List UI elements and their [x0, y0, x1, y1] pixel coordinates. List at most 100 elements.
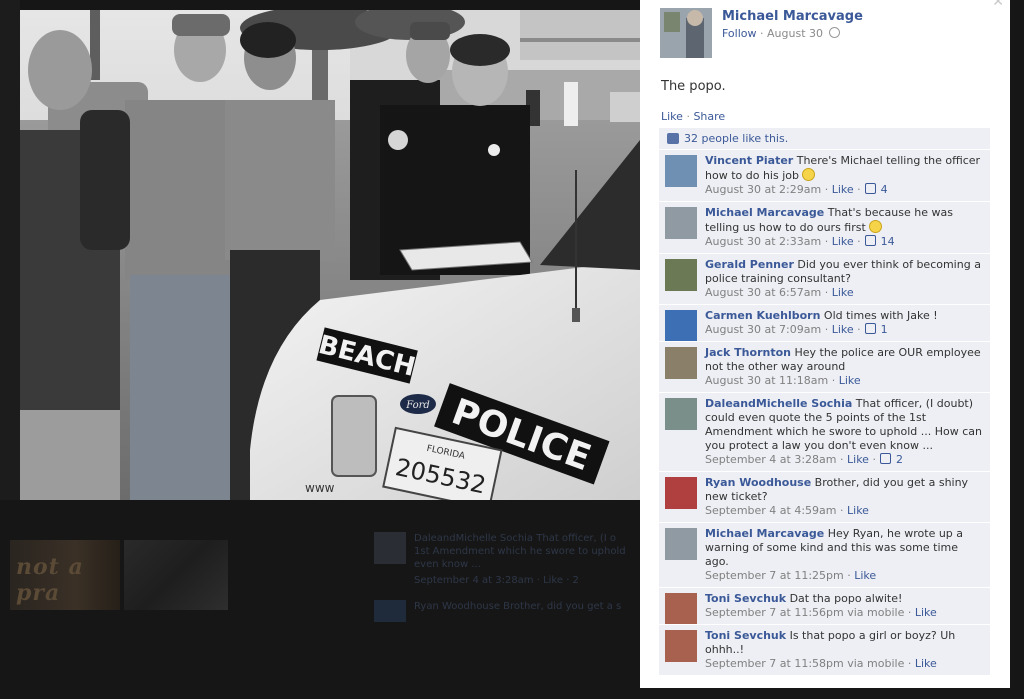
comment-meta: September 4 at 4:59am · Like — [705, 504, 869, 517]
comment-meta: September 4 at 3:28am · Like · 2 — [705, 453, 903, 466]
commenter-name[interactable]: Toni Sevchuk — [705, 592, 786, 605]
comment-like-link[interactable]: Like — [847, 504, 869, 517]
commenter-name[interactable]: Ryan Woodhouse — [705, 476, 811, 489]
comment-body: Michael Marcavage That's because he was … — [705, 202, 990, 253]
background-thumbnail: not a pra — [10, 540, 120, 610]
thumbs-up-icon — [865, 183, 877, 194]
comment-time[interactable]: September 4 at 3:28am — [705, 453, 837, 466]
comment-like-link[interactable]: Like — [915, 606, 937, 619]
comment-like-link[interactable]: Like — [832, 286, 854, 299]
comments-section: 32 people like this. Vincent Piater Ther… — [659, 128, 990, 675]
commenter-name[interactable]: Michael Marcavage — [705, 527, 824, 540]
comment-time[interactable]: August 30 at 2:29am — [705, 183, 821, 196]
comment-meta: August 30 at 6:57am · Like — [705, 286, 854, 299]
background-avatar — [374, 600, 406, 622]
comment-time[interactable]: August 30 at 7:09am — [705, 323, 821, 336]
commenter-avatar[interactable] — [665, 310, 697, 342]
post-sidebar: ✕ Michael Marcavage Follow · August 30 T… — [640, 0, 1010, 688]
comment-item: Toni Sevchuk Dat tha popo alwite! Septemb… — [659, 587, 990, 625]
comment-like-count[interactable]: 2 — [892, 453, 903, 466]
comment-meta: September 7 at 11:56pm via mobile · Like — [705, 606, 937, 619]
comment-time[interactable]: September 7 at 11:25pm — [705, 569, 844, 582]
comment-time[interactable]: August 30 at 2:33am — [705, 235, 821, 248]
comment-like-link[interactable]: Like — [854, 569, 876, 582]
commenter-avatar[interactable] — [665, 259, 697, 291]
commenter-name[interactable]: Jack Thornton — [705, 346, 791, 359]
commenter-avatar[interactable] — [665, 207, 697, 239]
commenter-name[interactable]: Michael Marcavage — [705, 206, 824, 219]
comment-item: Toni Sevchuk Is that popo a girl or boyz… — [659, 624, 990, 675]
ford-badge-text: Ford — [405, 400, 430, 411]
comment-time[interactable]: September 4 at 4:59am — [705, 504, 837, 517]
comment-body: Toni Sevchuk Is that popo a girl or boyz… — [705, 625, 990, 675]
comment-like-count[interactable]: 1 — [877, 323, 888, 336]
comment-meta: August 30 at 11:18am · Like — [705, 374, 861, 387]
comment-time[interactable]: September 7 at 11:56pm via mobile — [705, 606, 904, 619]
comment-body: Gerald Penner Did you ever think of beco… — [705, 254, 990, 304]
follow-link[interactable]: Follow — [722, 27, 757, 40]
post-caption: The popo. — [661, 79, 726, 94]
thumbs-up-icon — [865, 323, 877, 334]
thumbs-up-icon — [880, 453, 892, 464]
background-comment-meta: September 4 at 3:28am · Like · 2 — [414, 575, 579, 586]
comment-body: DaleandMichelle Sochia That officer, (I … — [705, 393, 990, 471]
comment-like-link[interactable]: Like — [832, 183, 854, 196]
comment-like-link[interactable]: Like — [832, 235, 854, 248]
comment-item: DaleandMichelle Sochia That officer, (I … — [659, 392, 990, 471]
background-comment-line: Ryan Woodhouse Brother, did you get a s — [414, 601, 622, 612]
commenter-name[interactable]: Carmen Kuehlborn — [705, 309, 820, 322]
comment-body: Michael Marcavage Hey Ryan, he wrote up … — [705, 523, 990, 587]
comment-meta: September 7 at 11:25pm · Like — [705, 569, 877, 582]
background-comment-line: 1st Amendment which he swore to uphold — [414, 546, 626, 557]
commenter-avatar[interactable] — [665, 630, 697, 662]
comment-item: Carmen Kuehlborn Old times with Jake ! Au… — [659, 304, 990, 342]
commenter-name[interactable]: Gerald Penner — [705, 258, 794, 271]
commenter-avatar[interactable] — [665, 593, 697, 625]
post-actions: Like · Share — [661, 110, 726, 123]
comment-meta: September 7 at 11:58pm via mobile · Like — [705, 657, 937, 670]
like-link[interactable]: Like — [661, 110, 683, 123]
comment-time[interactable]: August 30 at 11:18am — [705, 374, 828, 387]
likes-summary-text: 32 people like this. — [684, 132, 789, 145]
background-comment-line: even know ... — [414, 559, 481, 570]
comment-like-link[interactable]: Like — [832, 323, 854, 336]
commenter-avatar[interactable] — [665, 398, 697, 430]
share-link[interactable]: Share — [693, 110, 725, 123]
comment-item: Michael Marcavage That's because he was … — [659, 201, 990, 253]
comment-like-link[interactable]: Like — [839, 374, 861, 387]
comment-list: Vincent Piater There's Michael telling t… — [659, 149, 990, 675]
background-thumbnail-2 — [124, 540, 228, 610]
car-bumper-text: www — [305, 481, 335, 495]
comment-text: Dat tha popo alwite! — [786, 592, 903, 605]
commenter-avatar[interactable] — [665, 477, 697, 509]
comment-like-link[interactable]: Like — [847, 453, 869, 466]
thumbs-up-icon — [667, 133, 679, 144]
comment-time[interactable]: September 7 at 11:58pm via mobile — [705, 657, 904, 670]
commenter-name[interactable]: Toni Sevchuk — [705, 629, 786, 642]
comment-meta: August 30 at 2:29am · Like · 4 — [705, 183, 888, 196]
globe-icon — [828, 27, 840, 38]
comment-item: Michael Marcavage Hey Ryan, he wrote up … — [659, 522, 990, 587]
smiley-icon — [869, 220, 883, 233]
close-icon[interactable]: ✕ — [992, 0, 1004, 10]
commenter-avatar[interactable] — [665, 347, 697, 379]
post-date[interactable]: August 30 — [767, 27, 823, 40]
comment-like-link[interactable]: Like — [915, 657, 937, 670]
comment-item: Vincent Piater There's Michael telling t… — [659, 149, 990, 201]
comment-like-count[interactable]: 14 — [877, 235, 895, 248]
owner-meta: Follow · August 30 — [722, 27, 840, 40]
commenter-name[interactable]: DaleandMichelle Sochia — [705, 397, 852, 410]
commenter-name[interactable]: Vincent Piater — [705, 154, 793, 167]
likes-summary[interactable]: 32 people like this. — [659, 128, 990, 149]
comment-item: Gerald Penner Did you ever think of beco… — [659, 253, 990, 304]
owner-avatar[interactable] — [660, 8, 712, 58]
commenter-avatar[interactable] — [665, 528, 697, 560]
comment-like-count[interactable]: 4 — [877, 183, 888, 196]
post-photo[interactable]: BEACH Ford POLICE FLORIDA 205532 www — [20, 10, 640, 500]
background-comments: DaleandMichelle Sochia That officer, (I … — [360, 522, 650, 622]
comment-meta: August 30 at 7:09am · Like · 1 — [705, 323, 888, 336]
comment-time[interactable]: August 30 at 6:57am — [705, 286, 821, 299]
owner-name[interactable]: Michael Marcavage — [722, 9, 863, 24]
thumbs-up-icon — [865, 235, 877, 246]
commenter-avatar[interactable] — [665, 155, 697, 187]
